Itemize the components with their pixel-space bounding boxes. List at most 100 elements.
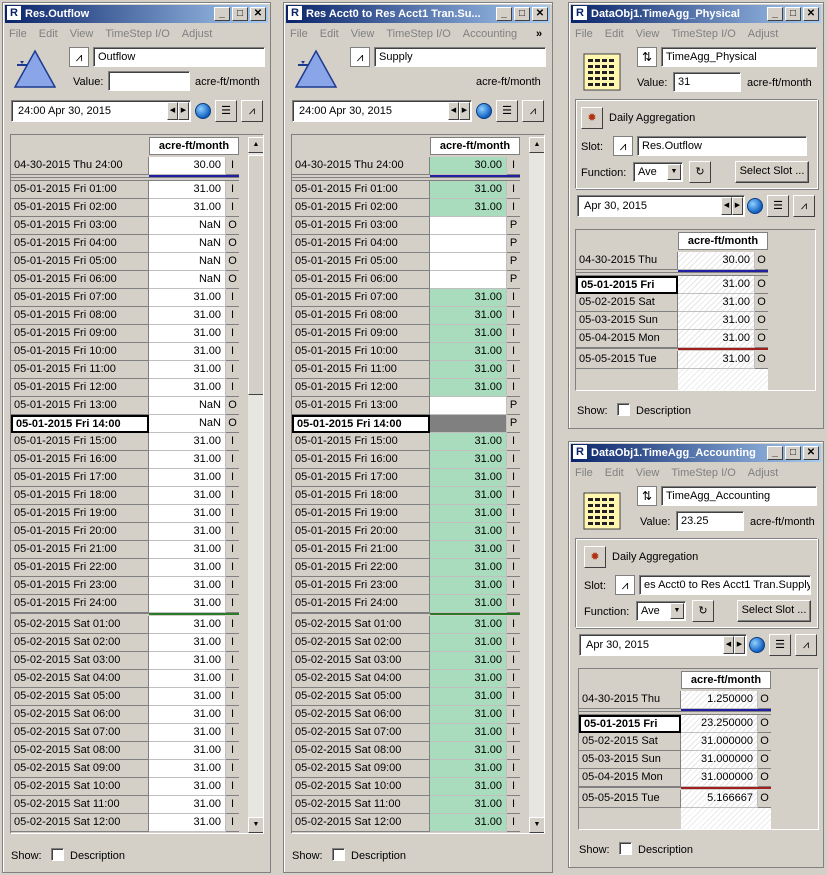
row-value[interactable]: 31.00 [149,688,226,706]
row-value[interactable]: 31.00 [678,294,755,312]
row-value[interactable]: 31.00 [430,559,507,577]
table-row[interactable]: 05-01-2015 Fri 19:00 31.00 I [11,505,239,523]
refresh-button[interactable]: ↻ [692,600,714,622]
slot-name-field[interactable]: Supply [374,47,546,67]
row-value[interactable]: 31.00 [430,199,507,217]
table-row[interactable]: 05-03-2015 Sun 31.00 O [576,312,768,330]
menu-view[interactable]: View [70,25,94,43]
row-value[interactable]: 31.00 [430,289,507,307]
source-slot-field[interactable]: es Acct0 to Res Acct1 Tran.Supply [639,575,811,595]
table-row[interactable]: 05-02-2015 Sat 10:00 31.00 I [11,778,239,796]
table-row[interactable]: 05-02-2015 Sat 12:00 31.00 I [292,814,520,832]
maximize-button[interactable]: □ [232,7,248,21]
table-row[interactable]: 05-02-2015 Sat 08:00 31.00 I [292,742,520,760]
menu-view[interactable]: View [636,464,660,482]
slot-name-field[interactable]: Outflow [93,47,265,67]
row-value[interactable]: 31.000000 [681,751,758,769]
row-value[interactable]: 31.00 [149,307,226,325]
row-value[interactable]: 31.00 [149,595,226,613]
row-value[interactable]: 31.00 [430,433,507,451]
vertical-scrollbar[interactable]: ▲ ▼ [528,137,544,833]
row-value[interactable]: 31.00 [430,778,507,796]
table-row[interactable]: 05-01-2015 Fri 08:00 31.00 I [292,307,520,325]
table-row[interactable]: 05-01-2015 Fri 07:00 31.00 I [11,289,239,307]
close-button[interactable]: ✕ [250,7,266,21]
scroll-down-button[interactable]: ▼ [248,817,263,833]
row-value[interactable]: 31.00 [430,706,507,724]
table-row[interactable]: 05-02-2015 Sat 08:00 31.00 I [11,742,239,760]
select-slot-button[interactable]: Select Slot ... [737,600,811,622]
date-next-button[interactable]: ▶ [732,197,743,215]
row-value[interactable]: NaN [149,415,226,433]
table-row[interactable]: 04-30-2015 Thu 24:00 30.00 I [292,157,520,175]
menu-view[interactable]: View [636,25,660,43]
row-value[interactable]: 31.00 [149,289,226,307]
globe-icon[interactable] [749,637,765,653]
table-row[interactable]: 05-01-2015 Fri 14:00 P [292,415,520,433]
table-row[interactable]: 05-01-2015 Fri 11:00 31.00 I [292,361,520,379]
menu-adjust[interactable]: Adjust [182,25,213,43]
minimize-button[interactable]: _ [496,7,512,21]
table-row[interactable]: 05-02-2015 Sat 04:00 31.00 I [292,670,520,688]
list-view-button[interactable]: ☰ [769,634,791,656]
row-value[interactable]: 31.00 [149,181,226,199]
table-row[interactable]: 05-01-2015 Fri 05:00 P [292,253,520,271]
chevron-down-icon[interactable]: ▼ [667,164,681,180]
gear-icon[interactable]: ✹ [584,546,606,568]
row-value[interactable]: 31.00 [149,760,226,778]
table-row[interactable]: 05-01-2015 Fri 06:00 NaN O [11,271,239,289]
row-value[interactable]: NaN [149,397,226,415]
row-value[interactable]: NaN [149,217,226,235]
table-row[interactable]: 05-01-2015 Fri 22:00 31.00 I [11,559,239,577]
plot-button[interactable]: ⩘ [522,100,544,122]
close-button[interactable]: ✕ [532,7,548,21]
table-row[interactable]: 05-01-2015 Fri 13:00 P [292,397,520,415]
minimize-button[interactable]: _ [767,7,783,21]
row-value[interactable]: 30.00 [430,157,507,175]
menu-adjust[interactable]: Adjust [748,464,779,482]
title-bar[interactable]: R Res Acct0 to Res Acct1 Tran.Su... _ □ … [286,5,550,23]
row-value[interactable]: 31.00 [149,724,226,742]
row-value[interactable]: 23.250000 [681,715,758,733]
row-value[interactable]: 31.00 [430,595,507,613]
row-value[interactable] [430,271,507,289]
row-value[interactable]: 31.00 [678,312,755,330]
row-value[interactable]: 31.00 [430,379,507,397]
menu-file[interactable]: File [9,25,27,43]
table-row[interactable]: 05-02-2015 Sat 02:00 31.00 I [292,634,520,652]
table-row[interactable]: 05-01-2015 Fri 17:00 31.00 I [292,469,520,487]
source-slot-field[interactable]: Res.Outflow [637,136,807,156]
row-value[interactable]: 31.00 [149,379,226,397]
row-value[interactable]: 31.00 [678,351,755,369]
table-row[interactable]: 04-30-2015 Thu 24:00 30.00 I [11,157,239,175]
row-value[interactable]: 31.00 [149,814,226,832]
date-prev-button[interactable]: ◀ [721,197,732,215]
table-row[interactable]: 05-01-2015 Fri 16:00 31.00 I [292,451,520,469]
row-value[interactable] [430,217,507,235]
table-row[interactable]: 04-30-2015 Thu 1.250000 O [579,691,771,709]
row-value[interactable]: 31.00 [149,670,226,688]
table-row[interactable]: 05-01-2015 Fri 14:00 NaN O [11,415,239,433]
table-row[interactable]: 05-02-2015 Sat 09:00 31.00 I [11,760,239,778]
row-value[interactable]: 31.00 [149,541,226,559]
table-row[interactable]: 05-02-2015 Sat 09:00 31.00 I [292,760,520,778]
date-prev-button[interactable]: ◀ [167,102,178,120]
menu-view[interactable]: View [351,25,375,43]
slot-name-field[interactable]: TimeAgg_Physical [661,47,817,67]
row-value[interactable]: NaN [149,253,226,271]
row-value[interactable]: 31.00 [430,634,507,652]
refresh-button[interactable]: ↻ [689,161,711,183]
table-row[interactable]: 05-02-2015 Sat 31.000000 O [579,733,771,751]
row-value[interactable]: 31.00 [430,724,507,742]
table-row[interactable]: 05-02-2015 Sat 05:00 31.00 I [292,688,520,706]
row-value[interactable]: 31.00 [149,523,226,541]
date-field[interactable]: Apr 30, 2015 [579,634,747,656]
table-row[interactable]: 05-02-2015 Sat 04:00 31.00 I [11,670,239,688]
row-value[interactable]: 31.00 [430,505,507,523]
row-value[interactable]: 31.00 [149,577,226,595]
row-value[interactable]: 31.00 [430,577,507,595]
row-value[interactable]: 31.00 [678,330,755,348]
table-row[interactable]: 05-05-2015 Tue 5.166667 O [579,790,771,808]
date-field[interactable]: 24:00 Apr 30, 2015 [292,100,472,122]
table-row[interactable]: 05-01-2015 Fri 20:00 31.00 I [292,523,520,541]
